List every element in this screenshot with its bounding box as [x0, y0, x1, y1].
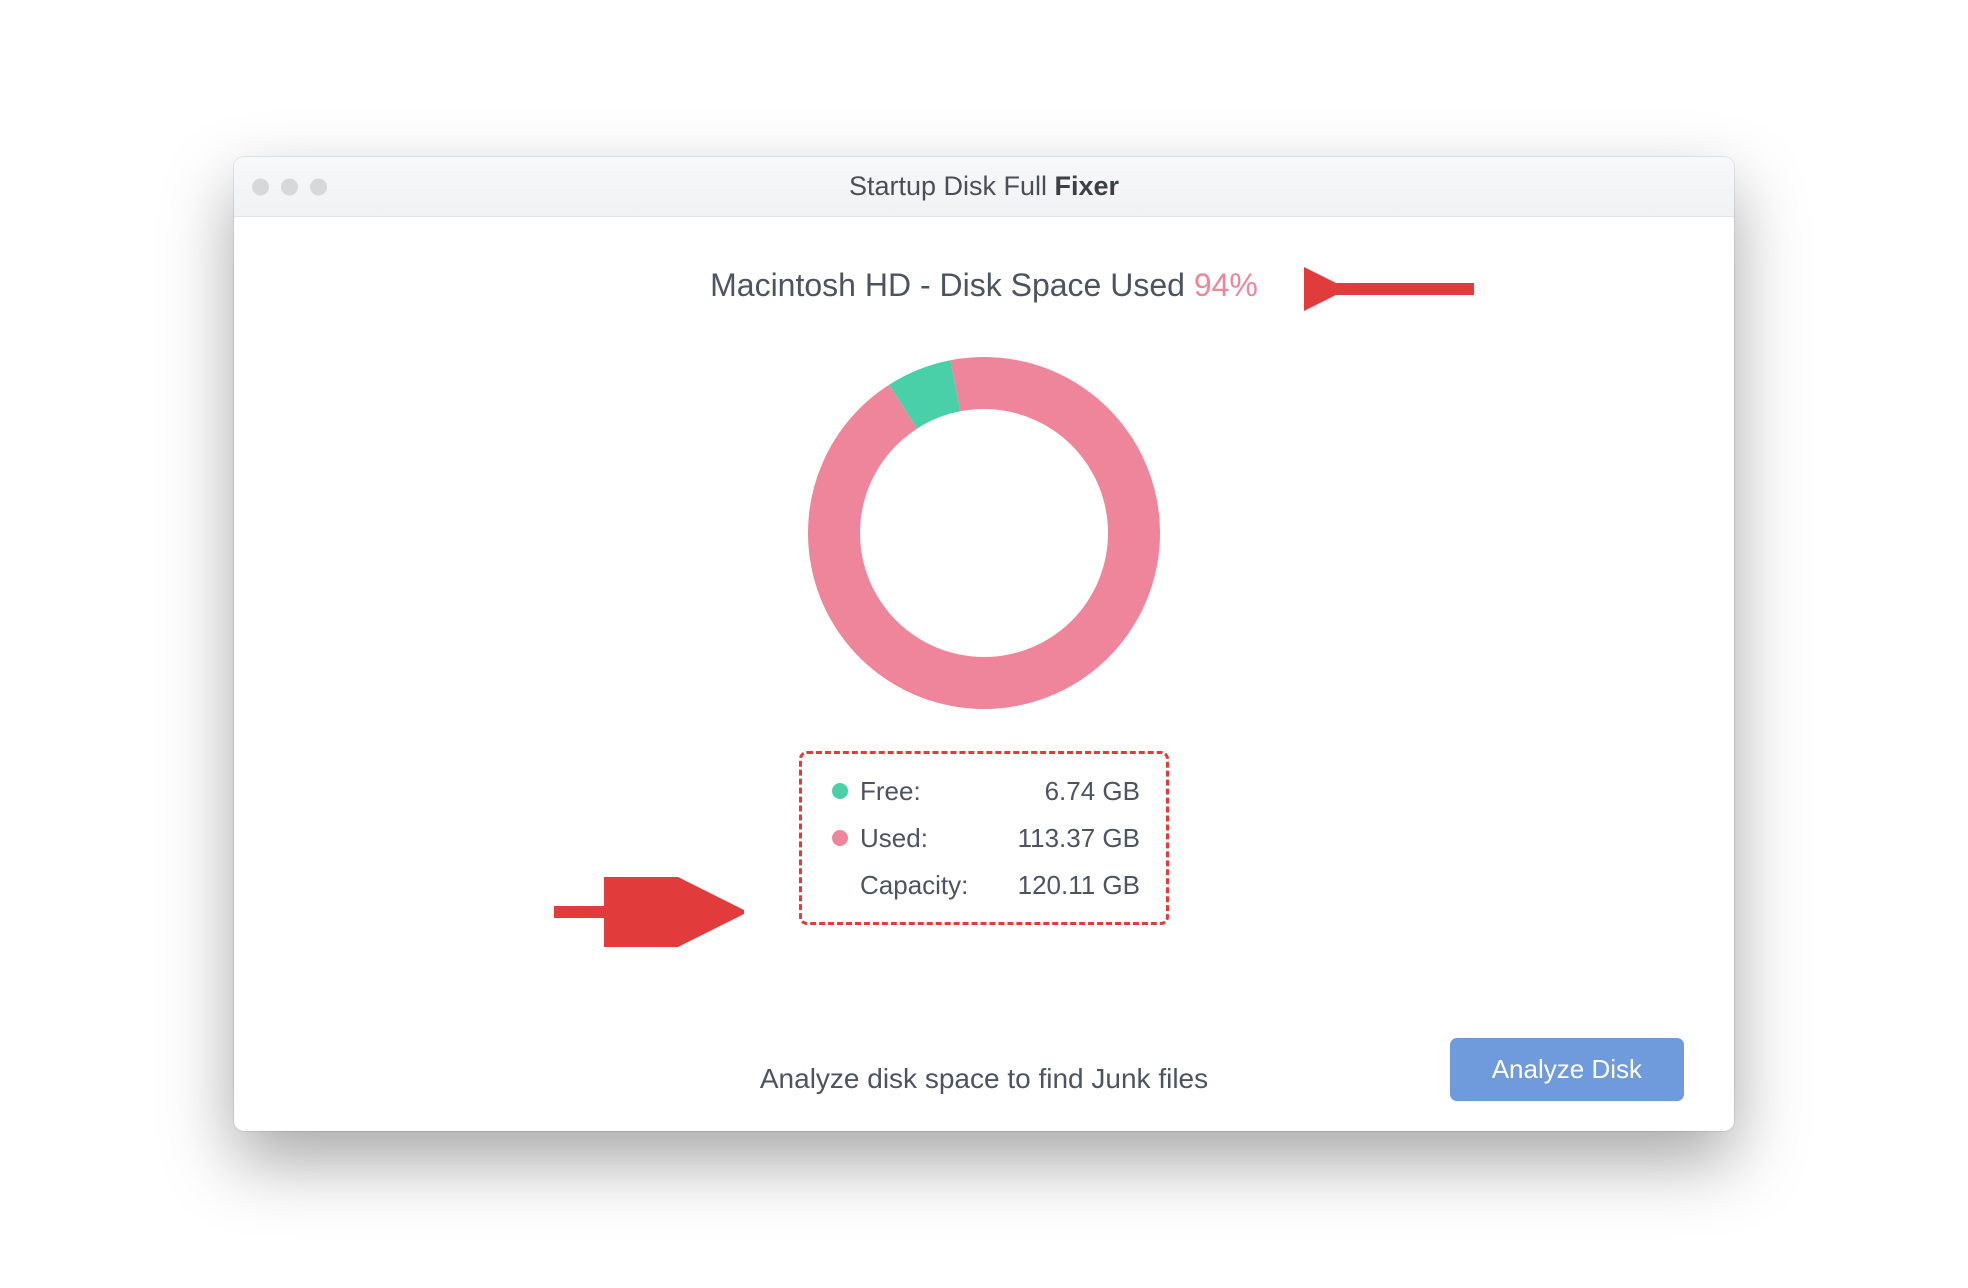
disk-usage-heading: Macintosh HD - Disk Space Used 94% [710, 267, 1258, 304]
main-content: Macintosh HD - Disk Space Used 94% Free:… [234, 217, 1734, 1131]
disk-usage-donut-chart [789, 338, 1179, 733]
legend-dot-used-icon [832, 830, 848, 846]
window-title: Startup Disk Full Fixer [849, 171, 1119, 202]
zoom-window-icon[interactable] [310, 178, 327, 195]
legend-value-free: 6.74 GB [990, 768, 1140, 815]
titlebar: Startup Disk Full Fixer [234, 157, 1734, 217]
annotation-arrow-percent-icon [1304, 259, 1484, 319]
disk-stats-box: Free: 6.74 GB Used: 113.37 GB Capacity: … [799, 751, 1169, 925]
app-window: Startup Disk Full Fixer Macintosh HD - D… [234, 157, 1734, 1131]
disk-name: Macintosh HD [710, 267, 911, 303]
disk-usage-percent: 94% [1194, 267, 1258, 303]
window-title-prefix: Startup Disk Full [849, 171, 1055, 201]
minimize-window-icon[interactable] [281, 178, 298, 195]
donut-chart-svg [789, 338, 1179, 728]
analyze-disk-button[interactable]: Analyze Disk [1450, 1038, 1684, 1101]
legend-row-used: Used: 113.37 GB [820, 815, 1140, 862]
analyze-hint-text: Analyze disk space to find Junk files [760, 1063, 1208, 1095]
legend-dot-free-icon [832, 783, 848, 799]
disk-usage-label: Disk Space Used [940, 267, 1185, 303]
legend-label-used: Used: [860, 815, 990, 862]
legend-label-capacity: Capacity: [860, 862, 990, 909]
legend-row-free: Free: 6.74 GB [820, 768, 1140, 815]
annotation-arrow-legend-icon [544, 877, 744, 947]
dash-separator: - [920, 267, 940, 303]
donut-used-segment [808, 357, 1160, 709]
window-controls [252, 178, 327, 195]
legend-value-used: 113.37 GB [990, 815, 1140, 862]
legend-value-capacity: 120.11 GB [990, 862, 1140, 909]
legend-label-free: Free: [860, 768, 990, 815]
legend-row-capacity: Capacity: 120.11 GB [820, 862, 1140, 909]
close-window-icon[interactable] [252, 178, 269, 195]
window-title-bold: Fixer [1055, 171, 1120, 201]
